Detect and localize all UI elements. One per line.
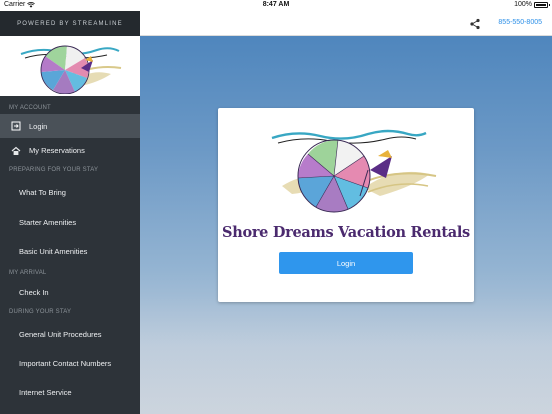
phone-link[interactable]: 855-550-8005 <box>498 19 542 26</box>
section-arrival: MY ARRIVAL <box>9 270 47 276</box>
section-my-account: MY ACCOUNT <box>9 105 51 111</box>
sidebar: POWERED BY STREAMLINE MY ACCOUNT Login M… <box>0 11 140 414</box>
sidebar-item-reservations[interactable]: My Reservations <box>0 138 140 163</box>
sidebar-item-starter-amenities[interactable]: Starter Amenities <box>0 208 140 237</box>
beach-umbrella-logo <box>20 45 122 94</box>
sidebar-item-label: Basic Unit Amenities <box>19 247 88 256</box>
sidebar-item-label: My Reservations <box>29 146 85 155</box>
sidebar-item-check-in[interactable]: Check In <box>0 280 140 305</box>
status-bar: Carrier 8:47 AM 100% <box>0 0 552 11</box>
sidebar-logo <box>0 36 140 96</box>
login-icon <box>11 121 21 131</box>
sidebar-item-internet[interactable]: Internet Service <box>0 378 140 407</box>
sidebar-item-what-to-bring[interactable]: What To Bring <box>0 177 140 208</box>
main-background: Shore Dreams Vacation Rentals Login <box>140 36 552 414</box>
sidebar-item-label: Check In <box>19 288 49 297</box>
home-icon <box>11 146 21 156</box>
sidebar-item-login[interactable]: Login <box>0 114 140 138</box>
share-icon[interactable] <box>469 18 481 30</box>
login-card: Shore Dreams Vacation Rentals Login <box>218 108 474 302</box>
sidebar-item-label: Login <box>29 121 48 131</box>
sidebar-item-label: Internet Service <box>19 388 72 397</box>
company-name: Shore Dreams Vacation Rentals <box>222 224 470 241</box>
battery-percent: 100% <box>514 1 532 8</box>
top-bar: 855-550-8005 <box>140 11 552 36</box>
login-button[interactable]: Login <box>279 252 413 274</box>
background-haze <box>140 294 552 414</box>
clock: 8:47 AM <box>262 1 290 8</box>
section-preparing: PREPARING FOR YOUR STAY <box>9 167 99 173</box>
powered-by-banner: POWERED BY STREAMLINE <box>0 11 140 36</box>
sidebar-item-contact-numbers[interactable]: Important Contact Numbers <box>0 349 140 378</box>
sidebar-item-basic-amenities[interactable]: Basic Unit Amenities <box>0 237 140 266</box>
section-during: DURING YOUR STAY <box>9 309 72 315</box>
sidebar-item-label: General Unit Procedures <box>19 329 102 339</box>
battery-icon <box>534 1 550 8</box>
sidebar-item-label: Important Contact Numbers <box>19 359 112 368</box>
sidebar-item-label: What To Bring <box>19 188 66 197</box>
sidebar-item-general-procedures[interactable]: General Unit Procedures <box>0 319 140 349</box>
beach-umbrella-logo <box>271 129 437 213</box>
sidebar-item-label: Starter Amenities <box>19 218 77 227</box>
battery-group: 100% <box>514 1 550 8</box>
